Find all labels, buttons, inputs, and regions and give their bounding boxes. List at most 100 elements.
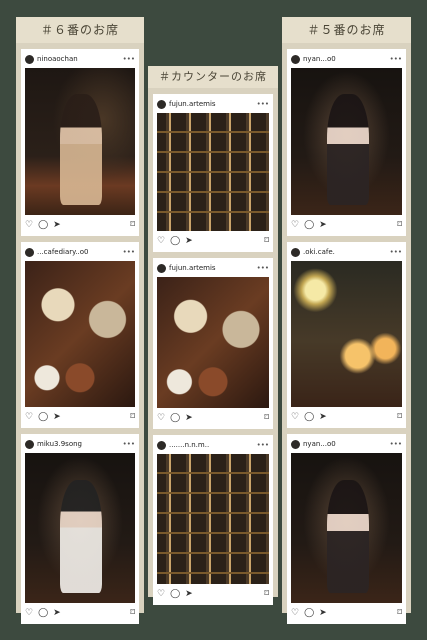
bookmark-icon[interactable]: ⌑ [397,220,402,230]
avatar[interactable] [291,54,300,64]
heart-icon[interactable]: ♡ [157,589,165,599]
avatar[interactable] [25,247,34,257]
username[interactable]: ninoaochan [37,55,123,63]
bookmark-icon[interactable]: ⌑ [397,412,402,422]
bookmark-icon[interactable]: ⌑ [264,589,269,599]
ellipsis-icon[interactable]: ••• [257,441,269,449]
ellipsis-icon[interactable]: ••• [257,264,269,272]
heart-icon[interactable]: ♡ [291,608,299,618]
comment-icon[interactable]: ◯ [304,412,314,422]
post-photo[interactable] [291,68,402,215]
ellipsis-icon[interactable]: ••• [123,440,135,448]
heart-icon[interactable]: ♡ [157,236,165,246]
post-photo[interactable] [291,261,402,407]
username[interactable]: .......n.n.m.. [169,441,257,449]
post-card[interactable]: .oki.cafe. ••• ♡ ◯ ➤ ⌑ [287,242,406,428]
post-actions: ♡ ◯ ➤ ⌑ [25,219,135,231]
ellipsis-icon[interactable]: ••• [123,248,135,256]
ellipsis-icon[interactable]: ••• [390,440,402,448]
post-header: fujun.artemis ••• [157,262,269,274]
send-icon[interactable]: ➤ [185,589,193,599]
avatar[interactable] [291,439,300,449]
comment-icon[interactable]: ◯ [170,589,180,599]
avatar[interactable] [291,247,300,257]
column-seat-6: ＃６番のお席 ninoaochan ••• ♡ ◯ ➤ ⌑ ...cafedia… [16,17,144,624]
bookmark-icon[interactable]: ⌑ [130,608,135,618]
person-figure [60,480,102,593]
ellipsis-icon[interactable]: ••• [123,55,135,63]
post-header: .......n.n.m.. ••• [157,439,269,451]
avatar[interactable] [157,263,166,273]
send-icon[interactable]: ➤ [53,220,61,230]
send-icon[interactable]: ➤ [53,412,61,422]
post-photo[interactable] [25,68,135,215]
bookmark-icon[interactable]: ⌑ [264,236,269,246]
username[interactable]: nyan...o0 [303,55,390,63]
avatar[interactable] [25,439,34,449]
post-photo[interactable] [25,453,135,603]
column-title: ＃カウンターのお席 [148,66,278,88]
post-photo[interactable] [291,453,402,603]
post-actions: ♡ ◯ ➤ ⌑ [157,588,269,600]
comment-icon[interactable]: ◯ [304,220,314,230]
comment-icon[interactable]: ◯ [170,413,180,423]
heart-icon[interactable]: ♡ [291,412,299,422]
post-card[interactable]: fujun.artemis ••• ♡ ◯ ➤ ⌑ [153,94,273,252]
post-card[interactable]: ...cafediary..o0 ••• ♡ ◯ ➤ ⌑ [21,242,139,428]
post-card[interactable]: nyan...o0 ••• ♡ ◯ ➤ ⌑ [287,49,406,236]
username[interactable]: fujun.artemis [169,100,257,108]
post-actions: ♡ ◯ ➤ ⌑ [291,219,402,231]
send-icon[interactable]: ➤ [319,220,327,230]
post-card[interactable]: nyan...o0 ••• ♡ ◯ ➤ ⌑ [287,434,406,624]
avatar[interactable] [25,54,34,64]
person-figure [326,480,369,593]
bookmark-icon[interactable]: ⌑ [264,413,269,423]
post-actions: ♡ ◯ ➤ ⌑ [291,411,402,423]
username[interactable]: ...cafediary..o0 [37,248,123,256]
post-card[interactable]: miku3.9song ••• ♡ ◯ ➤ ⌑ [21,434,139,624]
bookmark-icon[interactable]: ⌑ [130,412,135,422]
username[interactable]: nyan...o0 [303,440,390,448]
post-photo[interactable] [25,261,135,407]
post-actions: ♡ ◯ ➤ ⌑ [157,412,269,424]
comment-icon[interactable]: ◯ [38,412,48,422]
column-counter: ＃カウンターのお席 fujun.artemis ••• ♡ ◯ ➤ ⌑ fuju… [148,66,278,605]
avatar[interactable] [157,99,166,109]
post-card[interactable]: .......n.n.m.. ••• ♡ ◯ ➤ ⌑ [153,435,273,605]
send-icon[interactable]: ➤ [53,608,61,618]
post-header: fujun.artemis ••• [157,98,269,110]
heart-icon[interactable]: ♡ [25,220,33,230]
username[interactable]: .oki.cafe. [303,248,390,256]
ellipsis-icon[interactable]: ••• [390,248,402,256]
post-header: nyan...o0 ••• [291,438,402,450]
heart-icon[interactable]: ♡ [291,220,299,230]
comment-icon[interactable]: ◯ [304,608,314,618]
comment-icon[interactable]: ◯ [170,236,180,246]
bookmark-icon[interactable]: ⌑ [397,608,402,618]
username[interactable]: miku3.9song [37,440,123,448]
heart-icon[interactable]: ♡ [25,412,33,422]
bookmark-icon[interactable]: ⌑ [130,220,135,230]
send-icon[interactable]: ➤ [185,413,193,423]
post-card[interactable]: fujun.artemis ••• ♡ ◯ ➤ ⌑ [153,258,273,429]
ellipsis-icon[interactable]: ••• [390,55,402,63]
send-icon[interactable]: ➤ [319,608,327,618]
column-seat-5: ＃５番のお席 nyan...o0 ••• ♡ ◯ ➤ ⌑ .oki.cafe. … [282,17,411,624]
send-icon[interactable]: ➤ [319,412,327,422]
post-actions: ♡ ◯ ➤ ⌑ [157,235,269,247]
comment-icon[interactable]: ◯ [38,608,48,618]
heart-icon[interactable]: ♡ [25,608,33,618]
heart-icon[interactable]: ♡ [157,413,165,423]
send-icon[interactable]: ➤ [185,236,193,246]
username[interactable]: fujun.artemis [169,264,257,272]
post-photo[interactable] [157,454,269,584]
comment-icon[interactable]: ◯ [38,220,48,230]
post-actions: ♡ ◯ ➤ ⌑ [25,607,135,619]
post-photo[interactable] [157,113,269,231]
post-actions: ♡ ◯ ➤ ⌑ [25,411,135,423]
ellipsis-icon[interactable]: ••• [257,100,269,108]
column-title: ＃６番のお席 [16,17,144,43]
post-card[interactable]: ninoaochan ••• ♡ ◯ ➤ ⌑ [21,49,139,236]
post-photo[interactable] [157,277,269,408]
avatar[interactable] [157,440,166,450]
